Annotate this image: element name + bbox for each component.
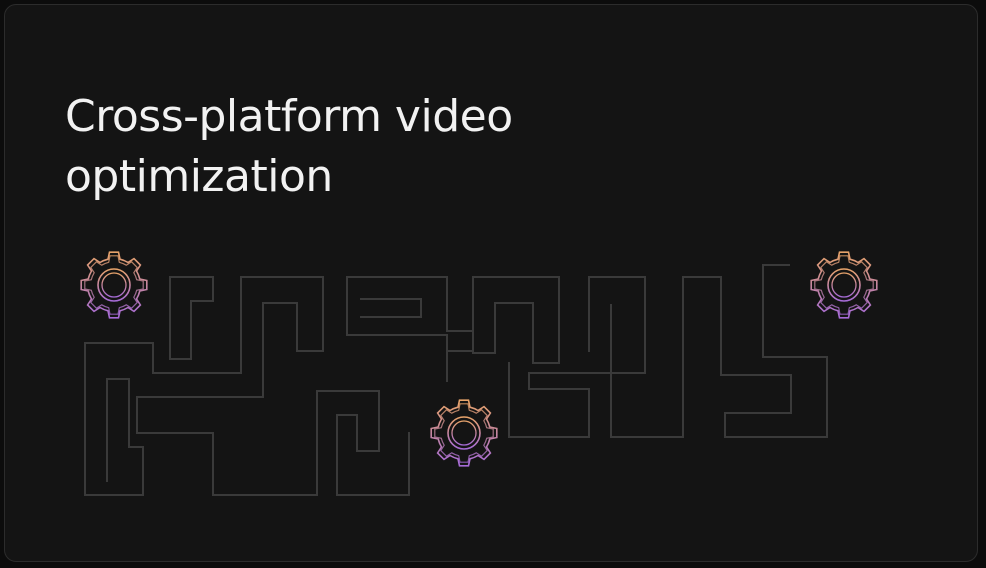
gear-icon (80, 251, 148, 319)
gear-icon (810, 251, 878, 319)
feature-card: Cross-platform video optimization (4, 4, 978, 562)
maze-illustration (80, 251, 878, 496)
maze-paths (84, 264, 828, 496)
gear-icon (430, 399, 498, 467)
